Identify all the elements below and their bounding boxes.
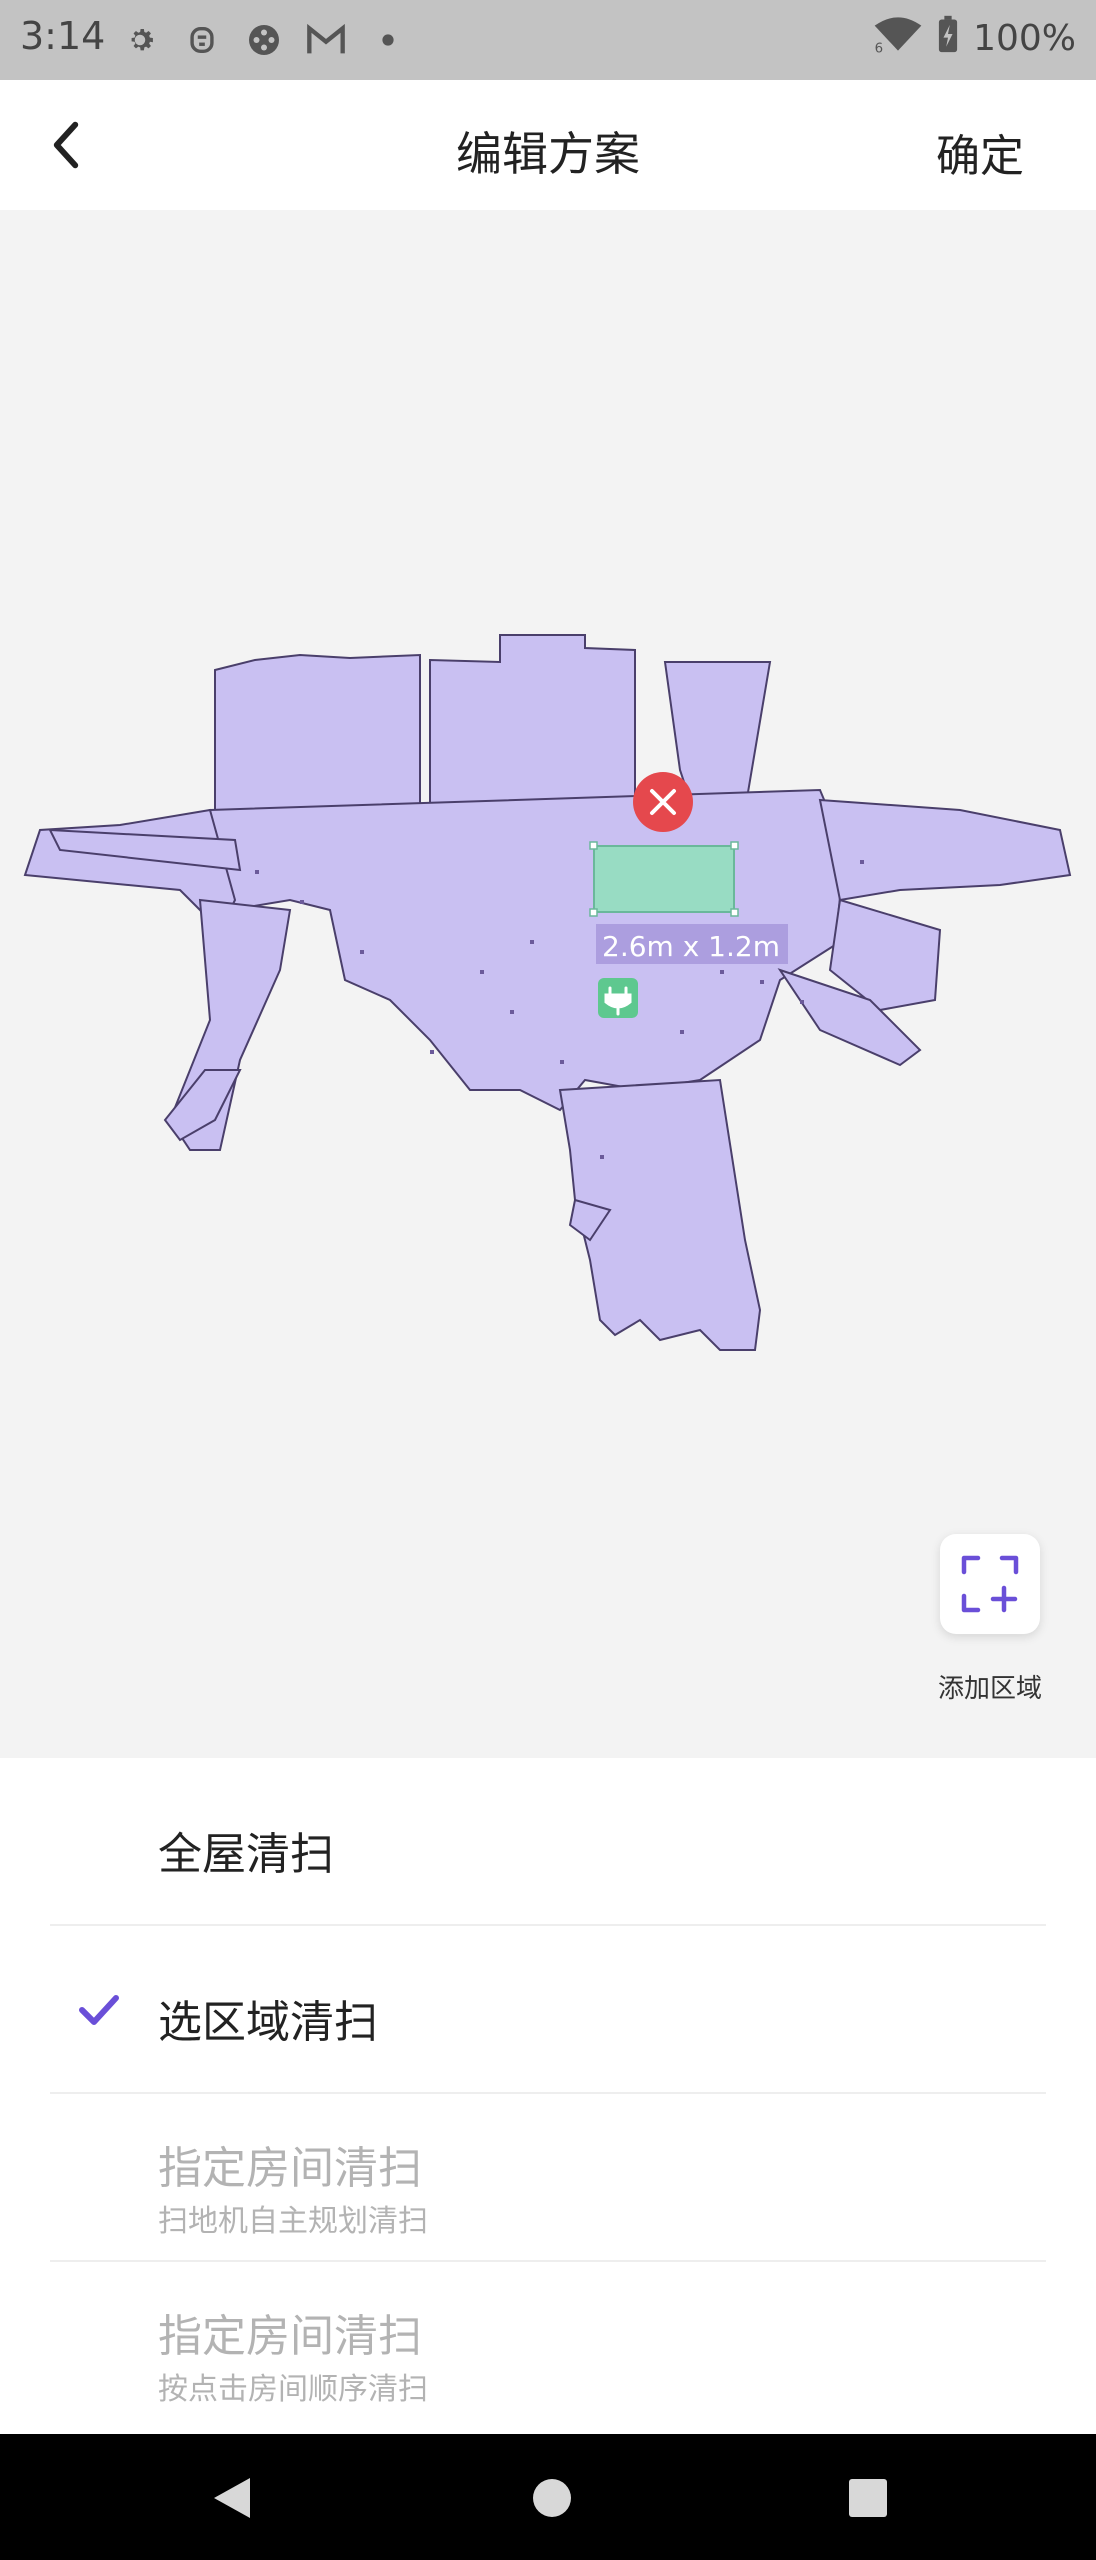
mode-title: 全屋清扫: [158, 1829, 334, 1880]
robot-face-icon: [180, 18, 224, 62]
add-area-icon: [961, 1555, 1019, 1613]
nav-back-button[interactable]: [206, 2472, 258, 2524]
page-title: 编辑方案: [456, 127, 640, 181]
mode-title: 选区域清扫: [158, 1997, 378, 2048]
mode-room-auto[interactable]: 指定房间清扫 扫地机自主规划清扫: [50, 2094, 1046, 2262]
dot-icon: [366, 18, 410, 62]
mode-whole-house[interactable]: 全屋清扫: [50, 1758, 1046, 1926]
floor-map[interactable]: 2.6m x 1.2m: [0, 210, 1096, 1758]
recents-square-icon: [849, 2479, 887, 2517]
mode-room-order[interactable]: 指定房间清扫 按点击房间顺序清扫: [50, 2262, 1046, 2430]
mode-subtitle: 按点击房间顺序清扫: [158, 2372, 428, 2407]
cleaning-mode-list: 全屋清扫 选区域清扫 指定房间清扫 扫地机自主规划清扫 指定房间清扫 按点击房间…: [0, 1758, 1096, 2434]
wifi-icon: 6: [873, 14, 923, 63]
nav-home-button[interactable]: [526, 2472, 578, 2524]
system-status: 6 100%: [873, 14, 1076, 63]
mode-subtitle: 扫地机自主规划清扫: [158, 2204, 428, 2239]
confirm-button[interactable]: 确定: [936, 120, 1024, 184]
delete-zone-button[interactable]: [633, 772, 693, 832]
clean-zone-rect[interactable]: [593, 845, 735, 913]
add-area-label: 添加区域: [937, 1674, 1042, 1704]
add-area-button[interactable]: [940, 1534, 1040, 1634]
svg-text:6: 6: [875, 41, 883, 54]
status-time: 3:14: [20, 14, 106, 58]
floor-plan: [23, 634, 1072, 1351]
charging-dock-icon: [598, 978, 638, 1018]
status-bar: 3:14 6 100%: [0, 0, 1096, 80]
battery-charging-icon: [937, 14, 959, 63]
gmail-icon: [304, 18, 348, 62]
mode-zone-clean[interactable]: 选区域清扫: [50, 1926, 1046, 2094]
game-controller-icon: [242, 18, 286, 62]
notification-icons: [118, 18, 410, 62]
check-icon: [79, 1995, 119, 2025]
system-nav-bar: [0, 2434, 1096, 2560]
app-header: 编辑方案 确定: [0, 80, 1096, 210]
back-triangle-icon: [214, 2478, 250, 2518]
mode-title: 指定房间清扫: [158, 2143, 422, 2194]
home-circle-icon: [533, 2479, 571, 2517]
mode-title: 指定房间清扫: [158, 2311, 422, 2362]
zone-size-label: 2.6m x 1.2m: [602, 930, 780, 963]
nav-recents-button[interactable]: [842, 2472, 894, 2524]
map-area[interactable]: 2.6m x 1.2m 添加区域: [0, 210, 1096, 1758]
gear-icon: [118, 18, 162, 62]
battery-percent: 100%: [973, 18, 1076, 59]
